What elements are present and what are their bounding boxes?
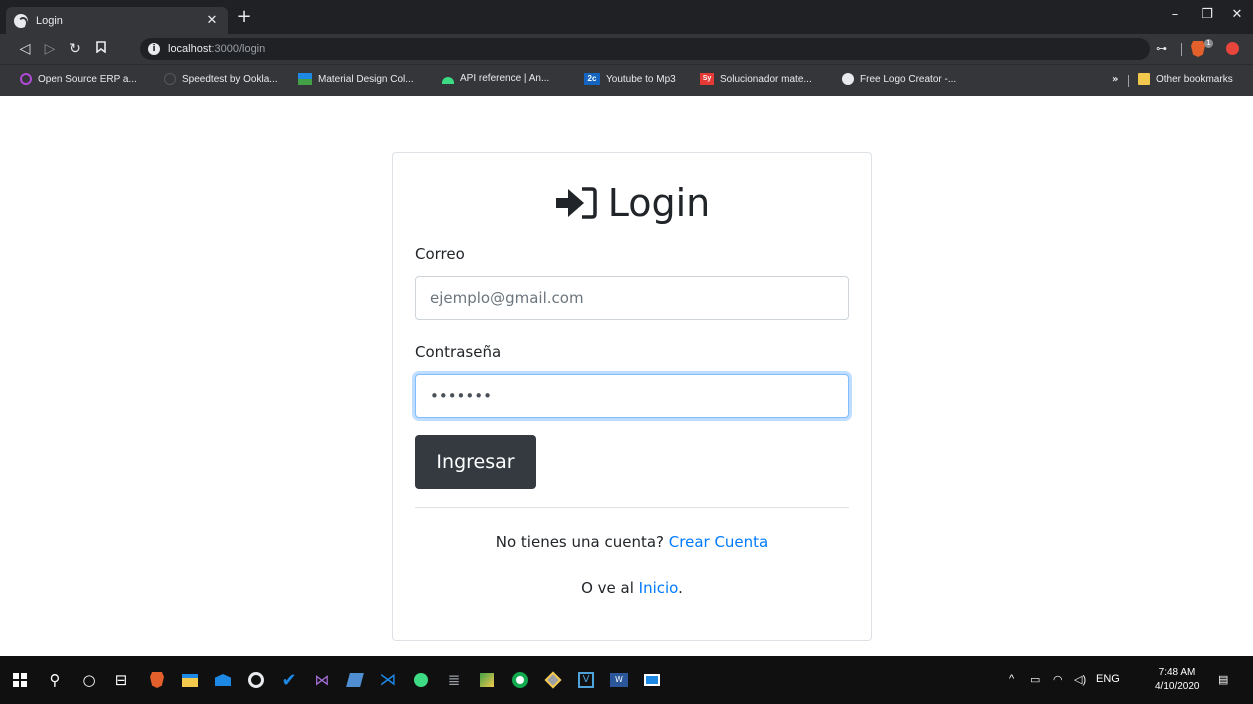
app-icon[interactable]: [643, 671, 661, 689]
browser-toolbar: ◁ ▷ ↻ i localhost :3000/login ⊶ 1: [0, 34, 1253, 64]
tab-title: Login: [36, 14, 63, 27]
reload-icon[interactable]: ↻: [66, 40, 84, 58]
bookmark-label: Material Design Col...: [318, 73, 414, 85]
folder-icon: [1138, 73, 1150, 85]
search-icon[interactable]: ⚲: [46, 671, 64, 689]
minimize-button[interactable]: –: [1160, 7, 1190, 22]
notifications-icon[interactable]: ▤: [1218, 673, 1228, 686]
browser-tab-login[interactable]: Login ✕: [6, 7, 228, 34]
vscode-icon[interactable]: ⋊: [379, 670, 397, 690]
bookmark-item[interactable]: 2c Youtube to Mp3: [584, 73, 676, 85]
file-explorer-icon[interactable]: [181, 671, 199, 689]
address-bar[interactable]: i localhost :3000/login: [140, 38, 1150, 60]
app-icon[interactable]: [346, 671, 364, 689]
clock-time: 7:48 AM: [1158, 667, 1196, 678]
home-link[interactable]: Inicio: [639, 579, 678, 597]
back-icon[interactable]: ◁: [16, 40, 34, 58]
password-input[interactable]: [415, 374, 849, 418]
email-input[interactable]: [415, 276, 849, 320]
android-studio-icon[interactable]: [412, 671, 430, 689]
new-tab-button[interactable]: +: [234, 7, 254, 27]
bookmark-item[interactable]: Free Logo Creator -...: [842, 73, 956, 85]
bookmark-label: Speedtest by Ookla...: [182, 73, 278, 85]
symbolab-icon: Sy: [700, 73, 714, 85]
signup-prompt-text: No tienes una cuenta?: [495, 533, 669, 551]
todo-icon[interactable]: ✔: [280, 670, 298, 691]
bookmark-item[interactable]: Sy Solucionador mate...: [700, 73, 812, 85]
bookmark-label: Free Logo Creator -...: [860, 73, 957, 85]
brave-rewards-icon[interactable]: [1226, 42, 1239, 55]
bookmark-icon[interactable]: [92, 40, 110, 58]
other-bookmarks[interactable]: Other bookmarks: [1138, 73, 1233, 85]
clock-date: 4/10/2020: [1155, 681, 1200, 692]
other-bookmarks-label: Other bookmarks: [1156, 73, 1233, 85]
windows-taskbar: ⚲ ○ ⊟ ✔ ⋈ ⋊ ≣ V W ^ ▭ ◠ ◁) ENG 7:48 AM 4…: [0, 656, 1253, 704]
volume-icon[interactable]: ◁): [1074, 673, 1086, 686]
bookmark-label: Youtube to Mp3: [606, 73, 676, 85]
forward-icon[interactable]: ▷: [41, 40, 59, 58]
bookmark-item[interactable]: Open Source ERP a...: [20, 73, 137, 85]
brave-browser-icon[interactable]: [148, 671, 166, 689]
mongodb-compass-icon[interactable]: [511, 671, 529, 689]
word-icon[interactable]: W: [610, 671, 628, 689]
globe-icon: [842, 73, 854, 85]
home-prompt-text: O ve al: [581, 579, 639, 597]
home-prompt-suffix: .: [678, 579, 683, 597]
battery-icon[interactable]: ▭: [1030, 673, 1040, 686]
youtube-mp3-icon: 2c: [584, 73, 600, 85]
bookmark-label: Open Source ERP a...: [38, 73, 137, 85]
task-view-icon[interactable]: ⊟: [112, 671, 130, 689]
toolbar-divider: [1181, 43, 1182, 56]
language-indicator[interactable]: ENG: [1096, 673, 1120, 685]
show-hidden-icons[interactable]: ^: [1009, 673, 1014, 685]
shield-badge: 1: [1204, 39, 1213, 48]
material-design-icon: [298, 73, 312, 85]
signup-prompt: No tienes una cuenta? Crear Cuenta: [393, 533, 871, 551]
bookmarks-bar: Open Source ERP a... Speedtest by Ookla.…: [0, 64, 1253, 96]
app-icon[interactable]: [478, 671, 496, 689]
wifi-icon[interactable]: ◠: [1053, 673, 1063, 686]
close-window-button[interactable]: ✕: [1222, 7, 1252, 22]
restore-button[interactable]: ❐: [1192, 7, 1222, 22]
home-prompt: O ve al Inicio.: [393, 579, 871, 597]
windows-logo: [13, 673, 27, 687]
groove-music-icon[interactable]: [247, 671, 265, 689]
bookmark-item[interactable]: API reference | An...: [442, 73, 549, 84]
app-icon[interactable]: [544, 671, 562, 689]
globe-icon: [14, 13, 28, 29]
email-label: Correo: [415, 245, 465, 263]
url-host: localhost: [168, 43, 212, 55]
create-account-link[interactable]: Crear Cuenta: [669, 533, 768, 551]
speedtest-icon: [164, 73, 176, 85]
password-label: Contraseña: [415, 343, 502, 361]
android-icon: [442, 76, 454, 84]
browser-titlebar: Login ✕ + – ❐ ✕: [0, 0, 1253, 34]
bookmarks-divider: [1128, 75, 1129, 87]
login-card: Login Correo Contraseña Ingresar No tien…: [392, 152, 872, 641]
tab-close-icon[interactable]: ✕: [204, 13, 220, 28]
sign-in-icon: [555, 187, 597, 219]
info-icon[interactable]: i: [148, 43, 160, 55]
system-clock[interactable]: 7:48 AM 4/10/2020: [1155, 666, 1200, 694]
mail-icon[interactable]: [214, 671, 232, 689]
divider: [415, 507, 849, 508]
login-submit-button[interactable]: Ingresar: [415, 435, 536, 489]
key-icon[interactable]: ⊶: [1156, 42, 1167, 55]
page-title: Login: [607, 181, 711, 225]
visual-studio-icon[interactable]: ⋈: [313, 671, 331, 689]
bookmark-shape: [96, 41, 106, 54]
windows-start-icon[interactable]: [11, 671, 29, 689]
brave-shield-icon[interactable]: [1191, 41, 1205, 57]
app-icon[interactable]: V: [577, 671, 595, 689]
url-path: :3000/login: [211, 43, 266, 55]
odoo-icon: [20, 73, 32, 85]
bookmark-item[interactable]: Material Design Col...: [298, 73, 414, 85]
bookmark-label: API reference | An...: [460, 73, 550, 84]
database-icon[interactable]: ≣: [445, 671, 463, 689]
login-heading: Login: [393, 181, 871, 225]
bookmark-label: Solucionador mate...: [720, 73, 812, 85]
bookmark-item[interactable]: Speedtest by Ookla...: [164, 73, 278, 85]
cortana-icon[interactable]: ○: [80, 671, 98, 689]
more-bookmarks-icon[interactable]: »: [1112, 74, 1118, 85]
